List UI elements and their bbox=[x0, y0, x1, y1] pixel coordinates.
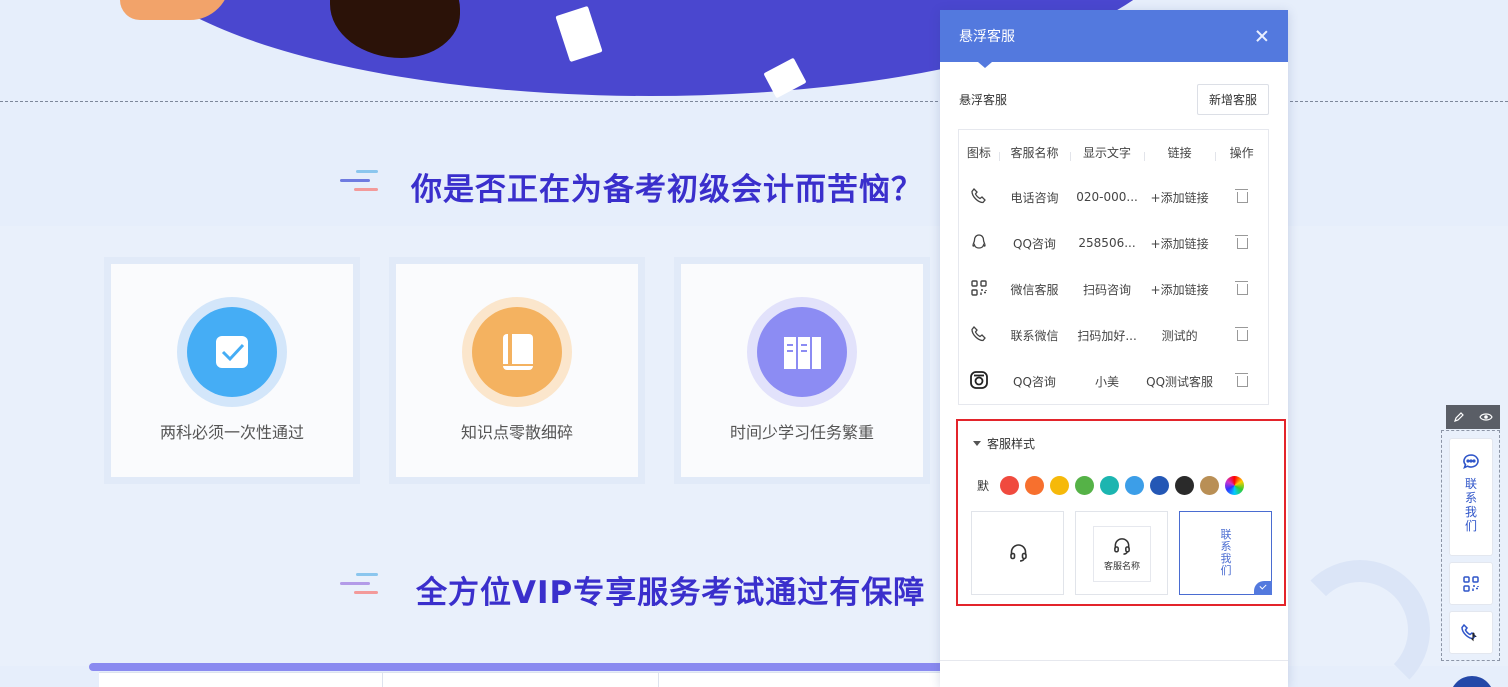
decorative-arc bbox=[1290, 560, 1430, 687]
color-swatch-yellow[interactable] bbox=[1050, 476, 1070, 495]
panel-footer-divider bbox=[940, 660, 1288, 661]
checkbox-icon bbox=[187, 307, 277, 397]
service-name: QQ咨询 bbox=[1013, 374, 1056, 389]
style-option-icon-with-name[interactable]: 客服名称 bbox=[1075, 511, 1168, 595]
trash-icon[interactable] bbox=[1235, 281, 1249, 295]
qrcode-button[interactable] bbox=[1449, 562, 1493, 605]
pain-point-card: 两科必须一次性通过 bbox=[111, 264, 353, 477]
color-swatch-brown[interactable] bbox=[1200, 476, 1220, 495]
trash-icon[interactable] bbox=[1235, 235, 1249, 249]
default-color-label[interactable]: 默 bbox=[977, 477, 989, 494]
caret-down-icon bbox=[973, 441, 981, 446]
table-row[interactable]: QQ咨询 小美 QQ测试客服 bbox=[959, 358, 1268, 404]
color-swatch-light-blue[interactable] bbox=[1125, 476, 1145, 495]
card-caption: 时间少学习任务繁重 bbox=[729, 423, 874, 442]
service-table-preview bbox=[99, 672, 949, 687]
style-section-toggle[interactable]: 客服样式 bbox=[973, 435, 1035, 452]
display-text: 020-000... bbox=[1076, 190, 1138, 204]
books-icon bbox=[757, 307, 847, 397]
pain-point-card: 知识点零散细碎 bbox=[396, 264, 638, 477]
service-list-label: 悬浮客服 bbox=[959, 93, 1008, 107]
title-decoration-icon bbox=[340, 573, 380, 597]
section-title: 你是否正在为备考初级会计而苦恼？ bbox=[411, 172, 923, 208]
column-header: 客服名称 bbox=[998, 144, 1071, 161]
decorative-circle bbox=[1450, 676, 1494, 687]
pain-point-card: 时间少学习任务繁重 bbox=[681, 264, 923, 477]
phone-icon[interactable] bbox=[959, 187, 999, 208]
color-swatch-orange[interactable] bbox=[1025, 476, 1045, 495]
service-name: QQ咨询 bbox=[1013, 236, 1056, 251]
title-decoration-icon bbox=[340, 170, 380, 194]
trash-icon[interactable] bbox=[1235, 189, 1249, 203]
panel-title: 悬浮客服 bbox=[959, 29, 1015, 45]
headset-icon bbox=[1010, 544, 1027, 562]
table-row[interactable]: 微信客服 扫码咨询 +添加链接 bbox=[959, 266, 1268, 312]
option-name-label: 客服名称 bbox=[1103, 562, 1140, 572]
qrcode-icon bbox=[1463, 575, 1479, 592]
close-icon[interactable] bbox=[1254, 28, 1270, 44]
display-text: 扫码加好... bbox=[1077, 328, 1137, 343]
section-title: 全方位VIP专享服务考试通过有保障 bbox=[416, 575, 926, 611]
display-text: 扫码咨询 bbox=[1083, 282, 1132, 297]
service-list-header: 悬浮客服 新增客服 bbox=[959, 84, 1269, 115]
table-row[interactable]: 联系微信 扫码加好... 测试的 bbox=[959, 312, 1268, 358]
color-picker-custom[interactable] bbox=[1225, 476, 1245, 495]
color-swatch-blue[interactable] bbox=[1150, 476, 1170, 495]
add-service-button[interactable]: 新增客服 bbox=[1196, 84, 1269, 115]
style-section-title: 客服样式 bbox=[987, 437, 1036, 451]
vertical-contact-text: 联系我们 bbox=[1220, 528, 1232, 577]
phone-icon[interactable] bbox=[959, 325, 999, 346]
floating-service-panel: 悬浮客服 悬浮客服 新增客服 图标 客服名称 显示文字 链接 操作 电话咨询 0… bbox=[940, 10, 1288, 687]
service-name: 电话咨询 bbox=[1010, 190, 1059, 205]
service-style-section: 客服样式 默 客服名称 联系我们 bbox=[956, 419, 1286, 606]
link-text[interactable]: 测试的 bbox=[1144, 327, 1216, 344]
color-swatch-black[interactable] bbox=[1175, 476, 1195, 495]
column-header: 显示文字 bbox=[1070, 144, 1144, 161]
widget-toolbar bbox=[1446, 405, 1500, 429]
color-swatch-red[interactable] bbox=[1000, 476, 1020, 495]
add-link[interactable]: +添加链接 bbox=[1144, 189, 1216, 206]
qrcode-icon[interactable] bbox=[959, 279, 999, 300]
contact-us-button[interactable]: 联系我们 bbox=[1449, 438, 1493, 556]
display-text: 小美 bbox=[1095, 374, 1120, 389]
headset-icon bbox=[1114, 538, 1130, 555]
phone-icon bbox=[1461, 623, 1477, 641]
edit-icon[interactable] bbox=[1453, 411, 1465, 423]
table-row[interactable]: 电话咨询 020-000... +添加链接 bbox=[959, 174, 1268, 220]
floating-contact-widget: 联系我们 bbox=[1441, 430, 1500, 661]
contact-us-label: 联系我们 bbox=[1464, 477, 1477, 533]
style-option-vertical-text[interactable]: 联系我们 bbox=[1179, 511, 1272, 595]
trash-icon[interactable] bbox=[1235, 327, 1249, 341]
trash-icon[interactable] bbox=[1235, 373, 1249, 387]
card-caption: 两科必须一次性通过 bbox=[159, 423, 304, 442]
column-header: 操作 bbox=[1215, 144, 1268, 161]
column-header: 图标 bbox=[966, 145, 991, 160]
card-caption: 知识点零散细碎 bbox=[460, 423, 573, 442]
table-header: 图标 客服名称 显示文字 链接 操作 bbox=[959, 130, 1268, 174]
color-palette: 默 bbox=[977, 476, 1250, 495]
column-header: 链接 bbox=[1143, 144, 1216, 161]
add-link[interactable]: +添加链接 bbox=[1144, 235, 1216, 252]
chat-icon bbox=[1463, 454, 1479, 469]
link-text[interactable]: QQ测试客服 bbox=[1144, 373, 1216, 390]
table-row[interactable]: QQ咨询 258506... +添加链接 bbox=[959, 220, 1268, 266]
add-link[interactable]: +添加链接 bbox=[1144, 281, 1216, 298]
style-option-icon-only[interactable] bbox=[971, 511, 1064, 595]
check-icon bbox=[1254, 581, 1272, 595]
qq-icon[interactable] bbox=[959, 233, 999, 254]
phone-button[interactable] bbox=[1449, 611, 1493, 654]
service-name: 联系微信 bbox=[1010, 328, 1059, 343]
eye-icon[interactable] bbox=[1479, 411, 1493, 423]
color-swatch-teal[interactable] bbox=[1100, 476, 1120, 495]
book-icon bbox=[472, 307, 562, 397]
service-name: 微信客服 bbox=[1010, 282, 1059, 297]
color-swatch-green[interactable] bbox=[1075, 476, 1095, 495]
table-header-bar bbox=[89, 663, 949, 671]
service-table: 图标 客服名称 显示文字 链接 操作 电话咨询 020-000... +添加链接… bbox=[958, 129, 1269, 405]
panel-header: 悬浮客服 bbox=[940, 10, 1288, 68]
display-text: 258506... bbox=[1078, 236, 1136, 250]
instagram-icon[interactable] bbox=[959, 370, 999, 393]
